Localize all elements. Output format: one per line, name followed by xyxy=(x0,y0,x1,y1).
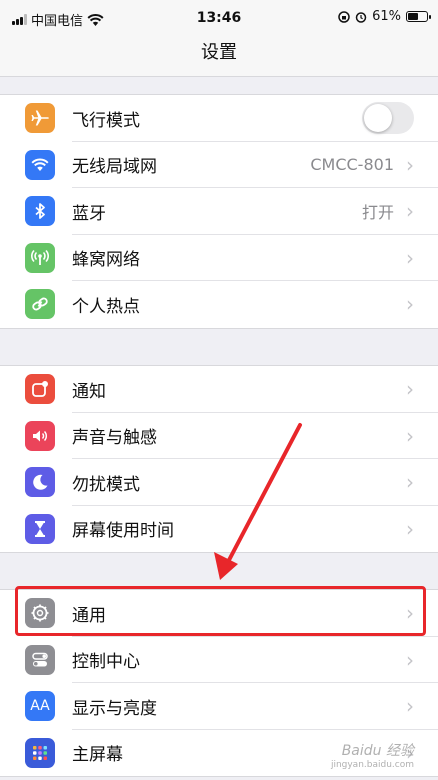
watermark-sub: jingyan.baidu.com xyxy=(330,760,414,770)
chevron-right-icon: › xyxy=(406,694,414,719)
wifi-network-value: CMCC-801 xyxy=(310,155,394,175)
notifications-icon xyxy=(25,374,55,405)
airplane-icon xyxy=(25,103,55,134)
watermark: Baidu 经验 jingyan.baidu.com xyxy=(331,744,414,772)
settings-group-notifications: 通知 › 声音与触感 › 勿扰模式 › 屏幕使用时间 › xyxy=(0,365,438,553)
settings-row-label: 飞行模式 xyxy=(72,110,140,131)
settings-row-label: 通用 xyxy=(72,605,106,626)
battery-icon xyxy=(406,11,431,22)
chevron-right-icon: › xyxy=(406,245,414,270)
chevron-right-icon: › xyxy=(406,647,414,672)
chevron-right-icon: › xyxy=(406,199,414,224)
cellular-icon xyxy=(25,242,55,273)
airplane-mode-toggle[interactable] xyxy=(362,102,414,135)
settings-row-label: 显示与亮度 xyxy=(72,698,157,719)
settings-row-hotspot[interactable]: 个人热点 › xyxy=(0,281,438,328)
hourglass-icon xyxy=(25,513,55,544)
settings-row-airplane-mode[interactable]: 飞行模式 xyxy=(0,95,438,142)
chevron-right-icon: › xyxy=(406,423,414,448)
settings-row-label: 屏幕使用时间 xyxy=(72,521,174,542)
settings-row-label: 声音与触感 xyxy=(72,428,157,449)
settings-row-cellular[interactable]: 蜂窝网络 › xyxy=(0,235,438,281)
chevron-right-icon: › xyxy=(406,152,414,177)
orientation-lock-icon xyxy=(338,10,350,23)
chevron-right-icon: › xyxy=(406,601,414,626)
settings-row-label: 主屏幕 xyxy=(72,745,123,766)
display-icon-glyph: AA xyxy=(30,698,50,715)
settings-row-control-center[interactable]: 控制中心 › xyxy=(0,637,438,683)
settings-row-general[interactable]: 通用 › xyxy=(0,590,438,637)
page-title: 设置 xyxy=(201,42,237,63)
toggle-knob xyxy=(364,104,392,133)
hotspot-icon xyxy=(25,289,55,320)
settings-row-notifications[interactable]: 通知 › xyxy=(0,366,438,413)
settings-row-screen-time[interactable]: 屏幕使用时间 › xyxy=(0,506,438,553)
chevron-right-icon: › xyxy=(406,377,414,402)
gear-icon xyxy=(25,598,55,629)
display-icon: AA xyxy=(25,691,55,722)
settings-row-label: 无线局域网 xyxy=(72,157,157,178)
settings-row-wifi[interactable]: 无线局域网 CMCC-801 › xyxy=(0,142,438,188)
nav-bar: 设置 xyxy=(0,38,438,77)
control-center-icon xyxy=(25,644,55,675)
settings-row-do-not-disturb[interactable]: 勿扰模式 › xyxy=(0,459,438,506)
settings-group-connectivity: 飞行模式 无线局域网 CMCC-801 › 蓝牙 打开 › 蜂窝网络 › 个人热… xyxy=(0,94,438,329)
settings-row-label: 通知 xyxy=(72,381,106,402)
settings-row-label: 控制中心 xyxy=(72,652,140,673)
wifi-icon xyxy=(25,149,55,180)
chevron-right-icon: › xyxy=(406,470,414,495)
settings-row-sounds[interactable]: 声音与触感 › xyxy=(0,413,438,459)
status-bar: 中国电信 13:46 61% xyxy=(0,0,438,38)
moon-icon xyxy=(25,467,55,498)
chevron-right-icon: › xyxy=(406,292,414,317)
battery-percent: 61% xyxy=(372,9,401,24)
bluetooth-icon xyxy=(25,196,55,227)
chevron-right-icon: › xyxy=(406,516,414,541)
settings-row-label: 勿扰模式 xyxy=(72,474,140,495)
alarm-icon xyxy=(355,11,367,23)
bluetooth-status-value: 打开 xyxy=(361,203,394,223)
home-screen-icon xyxy=(25,737,55,768)
watermark-text: Baidu 经验 xyxy=(341,743,414,759)
settings-row-label: 蜂窝网络 xyxy=(72,250,140,271)
settings-row-bluetooth[interactable]: 蓝牙 打开 › xyxy=(0,188,438,235)
settings-row-label: 个人热点 xyxy=(72,296,140,317)
sounds-icon xyxy=(25,420,55,451)
settings-row-label: 蓝牙 xyxy=(72,203,106,224)
settings-row-display-brightness[interactable]: AA 显示与亮度 › xyxy=(0,683,438,730)
